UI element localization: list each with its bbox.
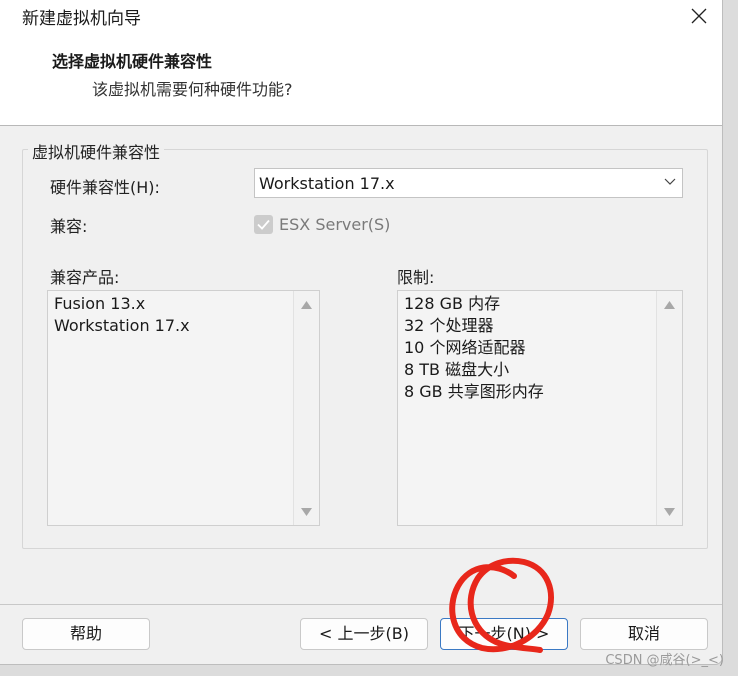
group-legend: 虚拟机硬件兼容性 <box>28 139 165 163</box>
products-scrollbar[interactable] <box>293 291 319 525</box>
list-item: 32 个处理器 <box>404 316 494 335</box>
wizard-header: 选择虚拟机硬件兼容性 该虚拟机需要何种硬件功能? <box>0 32 722 126</box>
limits-label: 限制: <box>397 268 435 287</box>
page-title: 选择虚拟机硬件兼容性 <box>52 52 213 71</box>
cancel-button[interactable]: 取消 <box>580 618 708 650</box>
products-list: Fusion 13.x Workstation 17.x <box>54 293 190 337</box>
hw-compat-label: 硬件兼容性(H): <box>50 178 160 197</box>
products-label: 兼容产品: <box>50 268 120 287</box>
scroll-down-icon[interactable] <box>664 508 675 516</box>
list-item: Workstation 17.x <box>54 316 190 335</box>
back-button[interactable]: < 上一步(B) <box>300 618 428 650</box>
list-item: 10 个网络适配器 <box>404 338 526 357</box>
esx-server-label: ESX Server(S) <box>279 214 391 234</box>
list-item: Fusion 13.x <box>54 294 146 313</box>
hw-compat-value: Workstation 17.x <box>259 174 395 193</box>
close-button[interactable] <box>676 0 722 32</box>
list-item: 8 TB 磁盘大小 <box>404 360 510 379</box>
list-item: 128 GB 内存 <box>404 294 501 313</box>
scroll-up-icon[interactable] <box>301 301 312 309</box>
list-item: 8 GB 共享图形内存 <box>404 382 544 401</box>
esx-server-checkbox[interactable]: ESX Server(S) <box>254 212 390 236</box>
scroll-down-icon[interactable] <box>301 508 312 516</box>
title-bar: 新建虚拟机向导 <box>0 0 722 32</box>
csdn-watermark: CSDN @咸谷(>_<) <box>605 653 724 668</box>
wizard-window: 新建虚拟机向导 选择虚拟机硬件兼容性 该虚拟机需要何种硬件功能? 虚拟机硬件兼容… <box>0 0 723 665</box>
footer-divider <box>0 604 722 605</box>
checkbox-box <box>254 214 273 234</box>
red-circle-annotation <box>449 557 554 653</box>
scroll-up-icon[interactable] <box>664 301 675 309</box>
help-button[interactable]: 帮助 <box>22 618 150 650</box>
close-icon <box>691 8 707 24</box>
limits-scrollbar[interactable] <box>656 291 682 525</box>
limits-listbox[interactable]: 128 GB 内存 32 个处理器 10 个网络适配器 8 TB 磁盘大小 8 … <box>397 290 683 526</box>
page-subtitle: 该虚拟机需要何种硬件功能? <box>92 80 293 99</box>
hw-compat-dropdown[interactable]: Workstation 17.x <box>254 168 683 198</box>
limits-list: 128 GB 内存 32 个处理器 10 个网络适配器 8 TB 磁盘大小 8 … <box>404 293 544 403</box>
checkmark-icon <box>257 219 270 230</box>
chevron-down-icon <box>664 178 676 185</box>
compat-label: 兼容: <box>50 217 88 236</box>
products-listbox[interactable]: Fusion 13.x Workstation 17.x <box>47 290 320 526</box>
window-title: 新建虚拟机向导 <box>22 9 141 29</box>
